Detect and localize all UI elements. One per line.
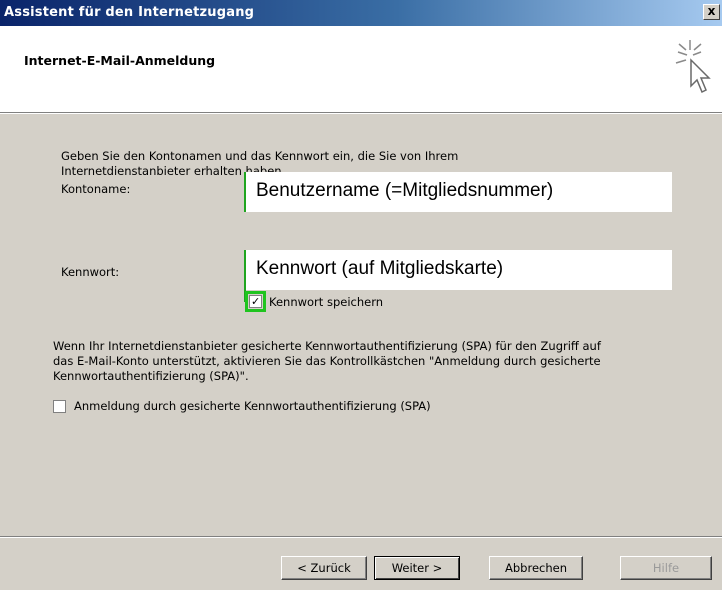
title-bar: Assistent für den Internetzugang x [0,0,722,26]
wizard-header: Internet-E-Mail-Anmeldung [0,26,722,112]
window-title: Assistent für den Internetzugang [4,5,255,20]
wizard-cursor-icon [675,40,711,94]
footer-divider-highlight [0,537,722,538]
page-title: Internet-E-Mail-Anmeldung [24,53,216,68]
account-label: Kontoname: [61,182,131,196]
cancel-button[interactable]: Abbrechen [489,556,583,580]
save-password-checkbox[interactable]: ✓ [245,291,266,312]
password-label: Kennwort: [61,265,120,279]
account-name-input[interactable]: Benutzername (=Mitgliedsnummer) [244,172,672,212]
password-input[interactable]: Kennwort (auf Mitgliedskarte) [244,250,672,290]
spa-checkbox[interactable] [53,400,66,413]
spa-label[interactable]: Anmeldung durch gesicherte Kennwortauthe… [74,399,431,414]
next-button[interactable]: Weiter > [374,556,460,580]
header-divider-highlight [0,113,722,114]
highlight-marker [244,290,246,302]
save-password-label[interactable]: Kennwort speichern [269,295,383,310]
checkmark-icon: ✓ [251,295,261,308]
back-button[interactable]: < Zurück [281,556,367,580]
close-button[interactable]: x [703,4,720,20]
help-button[interactable]: Hilfe [620,556,712,580]
spa-info-text: Wenn Ihr Internetdienstanbieter gesicher… [53,339,601,383]
